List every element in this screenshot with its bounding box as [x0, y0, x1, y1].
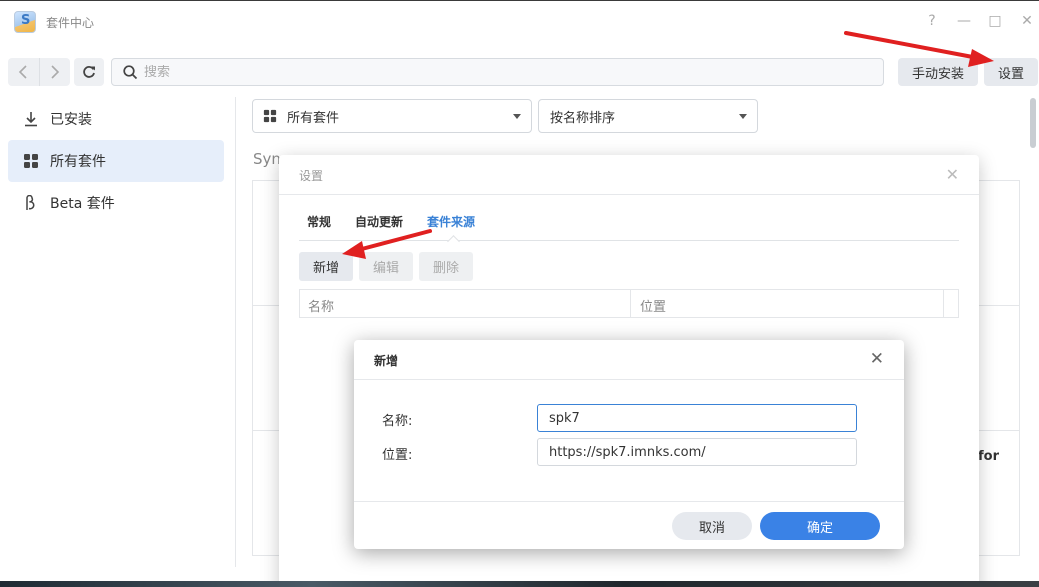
- maximize-icon[interactable]: □: [986, 12, 1004, 30]
- add-dialog-title: 新增: [374, 354, 399, 368]
- chevron-left-icon: [19, 65, 27, 79]
- forward-button[interactable]: [38, 58, 71, 86]
- sidebar-item-installed[interactable]: 已安装: [8, 98, 224, 140]
- title-bar: 套件中心 ? — □ ✕: [0, 1, 1039, 41]
- chevron-right-icon: [51, 65, 59, 79]
- column-location[interactable]: 位置: [640, 296, 666, 315]
- close-icon[interactable]: ✕: [946, 165, 959, 184]
- sidebar-item-all-packages[interactable]: 所有套件: [8, 140, 224, 182]
- settings-tabs: 常规 自动更新 套件来源: [299, 205, 959, 241]
- minimize-icon[interactable]: —: [955, 12, 973, 30]
- tab-auto-update[interactable]: 自动更新: [355, 213, 403, 230]
- close-icon[interactable]: ✕: [870, 349, 884, 369]
- search-input[interactable]: [144, 64, 844, 80]
- settings-button[interactable]: 设置: [984, 58, 1038, 86]
- scrollbar[interactable]: [1030, 98, 1036, 148]
- beta-icon: [22, 194, 40, 212]
- back-button[interactable]: [8, 58, 39, 86]
- name-label: 名称:: [382, 414, 413, 429]
- chevron-down-icon: [513, 114, 521, 119]
- edit-source-button[interactable]: 编辑: [359, 252, 413, 281]
- tab-package-sources[interactable]: 套件来源: [427, 213, 475, 230]
- column-name[interactable]: 名称: [308, 296, 334, 315]
- chevron-down-icon: [739, 114, 747, 119]
- add-dialog-header: 新增 ✕: [354, 340, 904, 380]
- name-input[interactable]: [537, 404, 857, 432]
- column-divider[interactable]: [630, 290, 631, 317]
- package-description-partial: for: [978, 449, 999, 464]
- nav-buttons: [8, 58, 70, 86]
- tab-general[interactable]: 常规: [307, 213, 331, 230]
- search-box: [111, 58, 884, 86]
- add-source-button[interactable]: 新增: [299, 252, 353, 281]
- sources-table-header: 名称 位置: [299, 289, 959, 318]
- section-label: Syn: [253, 150, 281, 168]
- grid-icon: [263, 109, 277, 123]
- search-icon: [123, 64, 138, 79]
- sidebar-item-beta[interactable]: Beta 套件: [8, 182, 224, 224]
- close-icon[interactable]: ✕: [1018, 12, 1036, 30]
- sidebar-item-label: 所有套件: [50, 154, 106, 170]
- ok-button[interactable]: 确定: [760, 512, 880, 540]
- grid-icon: [22, 152, 40, 170]
- sort-dropdown[interactable]: 按名称排序: [538, 99, 758, 133]
- manual-install-button[interactable]: 手动安装: [898, 58, 978, 86]
- settings-dialog-title: 设置: [299, 169, 324, 183]
- window-title: 套件中心: [46, 16, 95, 30]
- location-label: 位置:: [382, 448, 413, 463]
- refresh-icon: [83, 66, 95, 78]
- package-center-window: 套件中心 ? — □ ✕ 手动安装 设置: [0, 0, 1039, 587]
- dialog-footer-divider: [354, 501, 904, 502]
- cancel-button[interactable]: 取消: [672, 512, 752, 540]
- settings-dialog-header: 设置 ✕: [279, 155, 979, 195]
- sidebar-item-label: Beta 套件: [50, 196, 115, 212]
- sort-value: 按名称排序: [550, 110, 616, 126]
- add-source-dialog: 新增 ✕ 名称: 位置: 取消 确定: [354, 340, 904, 549]
- delete-source-button[interactable]: 删除: [419, 252, 473, 281]
- sidebar-item-label: 已安装: [50, 112, 92, 128]
- package-center-icon: [14, 11, 36, 33]
- filter-value: 所有套件: [287, 110, 340, 126]
- filter-dropdown[interactable]: 所有套件: [252, 99, 532, 133]
- refresh-button[interactable]: [74, 58, 104, 86]
- desktop-background-strip: [0, 581, 1039, 587]
- help-icon[interactable]: ?: [923, 12, 941, 30]
- sidebar: 已安装 所有套件 Beta 套件: [0, 97, 236, 567]
- download-icon: [22, 110, 40, 128]
- column-divider[interactable]: [943, 290, 944, 317]
- location-input[interactable]: [537, 438, 857, 466]
